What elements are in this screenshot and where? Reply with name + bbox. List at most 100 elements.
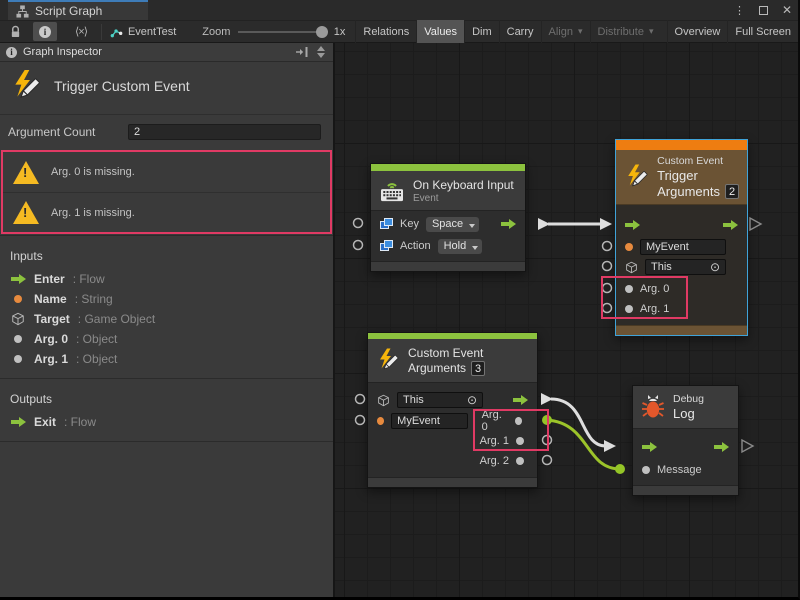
distribute-dropdown[interactable]: Distribute: [590, 20, 661, 43]
node-trigger-custom-event[interactable]: Custom Event Trigger Arguments 2: [615, 139, 748, 336]
message-row: Message: [633, 459, 738, 481]
spinner-down-icon[interactable]: [317, 53, 325, 58]
inspect-button[interactable]: i: [33, 22, 57, 41]
lock-button[interactable]: [4, 22, 27, 41]
graph-breadcrumb[interactable]: EventTest: [110, 25, 176, 38]
window-tab-strip: Script Graph ⋮ ✕: [0, 0, 798, 20]
port-target-in[interactable]: [603, 262, 612, 271]
port-action-in[interactable]: [354, 241, 363, 250]
action-dropdown[interactable]: Hold: [438, 239, 483, 254]
argument-count-field[interactable]: 2: [128, 124, 321, 140]
object-port-icon[interactable]: [516, 437, 524, 445]
arg1-label: Arg. 1: [640, 303, 669, 315]
pin-type: : Object: [76, 352, 117, 366]
flow-arrow-icon: [11, 274, 26, 284]
port-message-in-connected[interactable]: [615, 464, 625, 474]
window-close-icon[interactable]: ✕: [782, 3, 792, 17]
wire-arg0-to-message[interactable]: [547, 420, 620, 469]
port-arg1-in[interactable]: [603, 304, 612, 313]
zoom-slider-knob[interactable]: [316, 26, 328, 38]
flow-out-arrow[interactable]: [714, 442, 729, 452]
port-name-in[interactable]: [356, 416, 365, 425]
port-arg0-out-connected[interactable]: [542, 415, 552, 425]
target-field[interactable]: This ⊙: [397, 392, 483, 408]
message-label: Message: [657, 464, 702, 476]
object-port-icon[interactable]: [516, 457, 524, 465]
info-icon: i: [6, 47, 17, 58]
key-dropdown[interactable]: Space: [426, 217, 479, 232]
object-picker-icon[interactable]: ⊙: [467, 395, 477, 405]
port-arg2-out[interactable]: [543, 456, 552, 465]
pin-name: Arg. 0: [34, 332, 68, 346]
event-name-field[interactable]: MyEvent: [391, 413, 467, 429]
window-maximize-icon[interactable]: [759, 6, 768, 15]
flow-in-arrow[interactable]: [625, 220, 640, 230]
panel-spinner[interactable]: [315, 46, 327, 58]
port-arg0-in[interactable]: [603, 284, 612, 293]
align-dropdown[interactable]: Align: [541, 20, 590, 43]
argument-count-chip: 2: [725, 184, 739, 199]
flow-out-arrow[interactable]: [501, 219, 516, 229]
node-title: Trigger: [657, 168, 739, 183]
inspected-node-title: Trigger Custom Event: [54, 78, 190, 94]
warning-icon: [13, 161, 39, 184]
object-picker-icon[interactable]: ⊙: [710, 262, 720, 272]
cube-icon[interactable]: [377, 394, 390, 407]
pin-name: Exit: [34, 415, 56, 429]
graph-hierarchy-icon: [16, 5, 29, 18]
target-value: This: [403, 393, 424, 407]
node-header: Custom Event Trigger Arguments 2: [616, 150, 747, 205]
tab-label: Script Graph: [35, 4, 102, 18]
flow-continue-indicator: [742, 440, 753, 452]
info-icon: i: [39, 26, 51, 38]
dim-button[interactable]: Dim: [464, 20, 499, 43]
flow-out-arrow[interactable]: [723, 220, 738, 230]
relations-button[interactable]: Relations: [355, 20, 416, 43]
node-debug-log[interactable]: Debug Log Message: [632, 385, 739, 496]
node-on-keyboard-input[interactable]: On Keyboard Input Event Key Space Acti: [370, 163, 526, 272]
string-port-icon[interactable]: [377, 417, 384, 425]
port-key-in[interactable]: [354, 219, 363, 228]
flow-out-arrow[interactable]: [513, 395, 528, 405]
spinner-up-icon[interactable]: [317, 46, 325, 51]
pin-name: Name: [34, 292, 67, 306]
window-menu-icon[interactable]: ⋮: [734, 4, 745, 17]
carry-button[interactable]: Carry: [499, 20, 541, 43]
port-arg1-out[interactable]: [543, 436, 552, 445]
input-name: Name : String: [0, 289, 333, 309]
flow-in-arrow[interactable]: [642, 442, 657, 452]
graph-canvas[interactable]: On Keyboard Input Event Key Space Acti: [335, 43, 798, 597]
code-preview-button[interactable]: ⟨×⟩: [69, 22, 93, 41]
event-name-row: MyEvent: [616, 237, 747, 257]
fullscreen-button[interactable]: Full Screen: [727, 20, 798, 43]
inspected-node-title-block: Trigger Custom Event: [0, 62, 333, 114]
port-name-in[interactable]: [603, 242, 612, 251]
target-row: This ⊙: [616, 257, 747, 277]
object-port-icon[interactable]: [625, 285, 633, 293]
node-title: Log: [673, 406, 704, 421]
dock-panel-icon[interactable]: [295, 46, 309, 58]
arg1-label: Arg. 1: [480, 435, 509, 447]
wire-event-to-debug[interactable]: [551, 399, 606, 446]
node-custom-event[interactable]: Custom Event Arguments 3 This ⊙: [367, 332, 538, 488]
tab-script-graph[interactable]: Script Graph: [8, 0, 148, 20]
node-footer: [633, 485, 738, 495]
port-target-in[interactable]: [356, 395, 365, 404]
action-label: Action: [400, 240, 431, 252]
object-port-icon[interactable]: [642, 466, 650, 474]
input-target: Target : Game Object: [0, 309, 333, 329]
values-button[interactable]: Values: [416, 20, 464, 43]
object-port-icon[interactable]: [515, 417, 522, 425]
literal-icon: [380, 240, 393, 252]
input-arg0: Arg. 0 : Object: [0, 329, 333, 349]
target-value: This: [651, 260, 672, 274]
target-field[interactable]: This ⊙: [645, 259, 726, 275]
warning-arg0-missing: Arg. 0 is missing.: [3, 152, 330, 192]
cube-icon[interactable]: [625, 261, 638, 274]
object-port-icon: [14, 335, 22, 343]
string-port-icon[interactable]: [625, 243, 633, 251]
event-name-field[interactable]: MyEvent: [640, 239, 726, 255]
object-port-icon[interactable]: [625, 305, 633, 313]
zoom-slider[interactable]: [238, 31, 325, 33]
overview-button[interactable]: Overview: [667, 20, 728, 43]
